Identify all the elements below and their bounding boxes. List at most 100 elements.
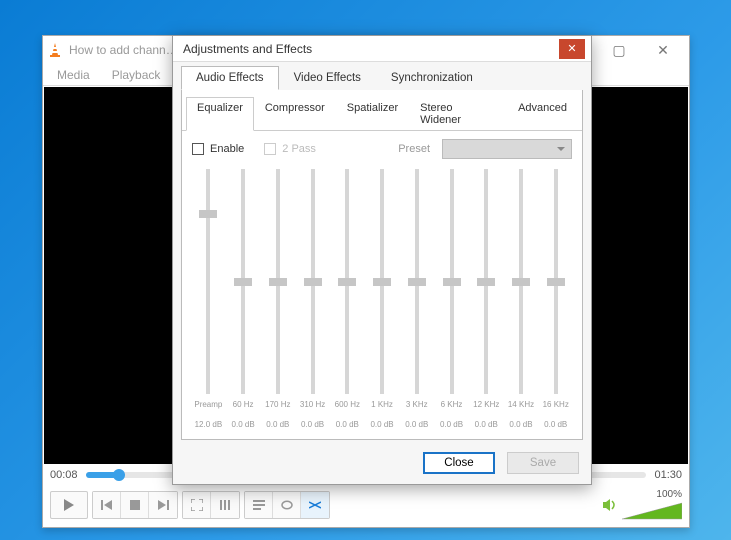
skip-back-icon — [100, 499, 114, 511]
dialog-buttons: Close Save — [173, 446, 591, 484]
band-7-slider[interactable] — [484, 169, 488, 394]
equalizer-content: Enable 2 Pass Preset Preamp12.0 dB60 Hz0… — [182, 131, 582, 439]
window-close-button[interactable]: ✕ — [641, 36, 685, 64]
band-9-slider[interactable] — [554, 169, 558, 394]
menu-media[interactable]: Media — [47, 66, 100, 84]
dialog-close-button[interactable]: ✕ — [559, 39, 585, 59]
subtab-spatializer[interactable]: Spatializer — [336, 97, 409, 131]
band-6-value: 0.0 dB — [440, 420, 463, 429]
subtab-equalizer[interactable]: Equalizer — [186, 97, 254, 131]
seek-thumb[interactable] — [113, 469, 125, 481]
band-9-value: 0.0 dB — [544, 420, 567, 429]
sliders-icon — [219, 499, 231, 511]
band-7-thumb[interactable] — [477, 278, 495, 286]
preamp-slider[interactable] — [206, 169, 210, 394]
band-9-label: 16 KHz — [543, 400, 569, 420]
band-2-value: 0.0 dB — [301, 420, 324, 429]
stop-icon — [130, 500, 140, 510]
band-7-value: 0.0 dB — [475, 420, 498, 429]
band-0-thumb[interactable] — [234, 278, 252, 286]
band-3-value: 0.0 dB — [336, 420, 359, 429]
enable-label: Enable — [210, 143, 244, 155]
band-1-slider[interactable] — [276, 169, 280, 394]
band-6-slider[interactable] — [450, 169, 454, 394]
preamp-thumb[interactable] — [199, 210, 217, 218]
band-5: 3 KHz0.0 dB — [400, 169, 433, 429]
menu-playback[interactable]: Playback — [102, 66, 171, 84]
effects-dialog: Adjustments and Effects ✕ Audio Effects … — [172, 35, 592, 485]
tab-synchronization[interactable]: Synchronization — [376, 66, 488, 90]
next-button[interactable] — [149, 492, 177, 518]
close-button[interactable]: Close — [423, 452, 495, 474]
previous-button[interactable] — [93, 492, 121, 518]
time-total[interactable]: 01:30 — [654, 469, 682, 481]
band-8: 14 KHz0.0 dB — [505, 169, 538, 429]
skip-forward-icon — [156, 499, 170, 511]
speaker-icon[interactable] — [602, 498, 618, 512]
band-6-thumb[interactable] — [443, 278, 461, 286]
band-7: 12 KHz0.0 dB — [470, 169, 503, 429]
playlist-icon — [253, 500, 265, 510]
band-5-label: 3 KHz — [406, 400, 428, 420]
band-2-thumb[interactable] — [304, 278, 322, 286]
band-7-label: 12 KHz — [473, 400, 499, 420]
tab-video-effects[interactable]: Video Effects — [279, 66, 376, 90]
band-9-thumb[interactable] — [547, 278, 565, 286]
preamp: Preamp12.0 dB — [192, 169, 225, 429]
loop-button[interactable] — [273, 492, 301, 518]
dialog-titlebar[interactable]: Adjustments and Effects ✕ — [173, 36, 591, 62]
sub-tabs: Equalizer Compressor Spatializer Stereo … — [182, 96, 582, 131]
band-8-value: 0.0 dB — [509, 420, 532, 429]
maximize-button[interactable]: ▢ — [597, 36, 641, 64]
band-0-slider[interactable] — [241, 169, 245, 394]
shuffle-icon — [309, 500, 321, 510]
two-pass-label: 2 Pass — [282, 143, 316, 155]
subtab-stereo-widener[interactable]: Stereo Widener — [409, 97, 507, 131]
stop-button[interactable] — [121, 492, 149, 518]
band-1-label: 170 Hz — [265, 400, 290, 420]
band-1-thumb[interactable] — [269, 278, 287, 286]
time-elapsed[interactable]: 00:08 — [50, 469, 78, 481]
preset-label: Preset — [398, 143, 430, 155]
fullscreen-button[interactable] — [183, 492, 211, 518]
band-5-slider[interactable] — [415, 169, 419, 394]
fullscreen-icon — [191, 499, 203, 511]
band-2: 310 Hz0.0 dB — [296, 169, 329, 429]
playlist-button[interactable] — [245, 492, 273, 518]
subtab-advanced[interactable]: Advanced — [507, 97, 578, 131]
band-0-label: 60 Hz — [233, 400, 254, 420]
shuffle-button[interactable] — [301, 492, 329, 518]
band-3-slider[interactable] — [345, 169, 349, 394]
band-6-label: 6 KHz — [441, 400, 463, 420]
preamp-value: 12.0 dB — [195, 420, 223, 429]
controls-row: 100% — [44, 485, 688, 524]
band-2-slider[interactable] — [311, 169, 315, 394]
main-tabs: Audio Effects Video Effects Synchronizat… — [173, 62, 591, 90]
band-3-thumb[interactable] — [338, 278, 356, 286]
band-0-value: 0.0 dB — [232, 420, 255, 429]
band-0: 60 Hz0.0 dB — [227, 169, 260, 429]
play-button[interactable] — [50, 491, 88, 519]
band-8-thumb[interactable] — [512, 278, 530, 286]
audio-effects-panel: Equalizer Compressor Spatializer Stereo … — [181, 90, 583, 440]
volume-slider[interactable] — [622, 502, 682, 520]
tab-audio-effects[interactable]: Audio Effects — [181, 66, 279, 90]
eq-top-row: Enable 2 Pass Preset — [192, 139, 572, 159]
band-8-slider[interactable] — [519, 169, 523, 394]
two-pass-checkbox — [264, 143, 276, 155]
eq-sliders: Preamp12.0 dB60 Hz0.0 dB170 Hz0.0 dB310 … — [192, 159, 572, 429]
band-5-value: 0.0 dB — [405, 420, 428, 429]
enable-checkbox[interactable] — [192, 143, 204, 155]
dialog-title: Adjustments and Effects — [183, 42, 559, 56]
ext-settings-button[interactable] — [211, 492, 239, 518]
band-9: 16 KHz0.0 dB — [539, 169, 572, 429]
save-button: Save — [507, 452, 579, 474]
band-4-value: 0.0 dB — [370, 420, 393, 429]
band-4-thumb[interactable] — [373, 278, 391, 286]
band-5-thumb[interactable] — [408, 278, 426, 286]
preset-select[interactable] — [442, 139, 572, 159]
band-4: 1 KHz0.0 dB — [366, 169, 399, 429]
band-8-label: 14 KHz — [508, 400, 534, 420]
subtab-compressor[interactable]: Compressor — [254, 97, 336, 131]
band-4-slider[interactable] — [380, 169, 384, 394]
